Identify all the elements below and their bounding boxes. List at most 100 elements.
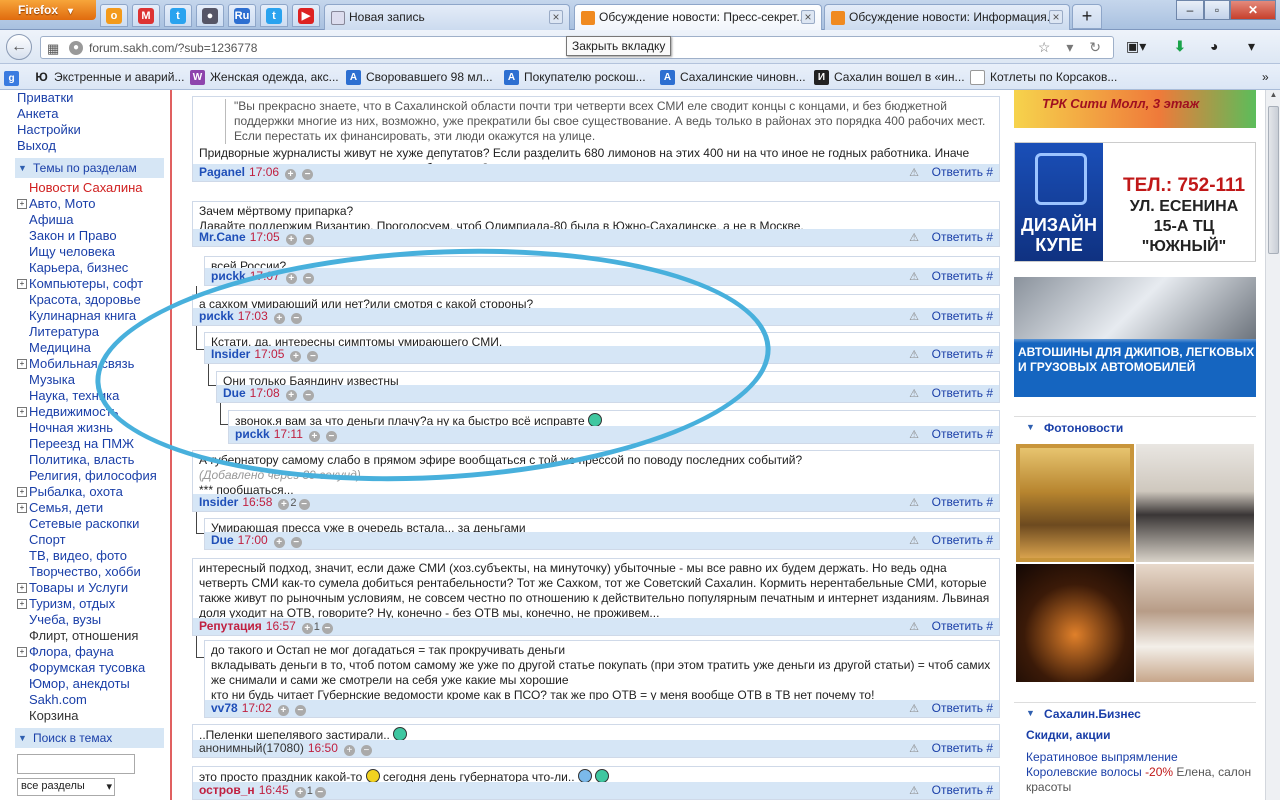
sidebar-link-settings[interactable]: Настройки <box>17 122 170 138</box>
bookmark-item[interactable]: A Своровавшего 98 мл... <box>346 70 493 85</box>
plus-vote-icon[interactable]: + <box>285 273 297 284</box>
reply-link[interactable]: Ответить # <box>932 533 993 547</box>
sidebar-category[interactable]: Недвижимость <box>17 404 170 420</box>
post-author[interactable]: Due 17:00 + − <box>211 533 302 548</box>
sidebar-category[interactable]: Семья, дети <box>17 500 170 516</box>
warning-icon[interactable]: ⚠ <box>909 310 919 323</box>
google-bookmark[interactable]: g <box>4 70 19 86</box>
close-window-button[interactable]: ✕ <box>1230 0 1276 20</box>
menu-icon[interactable]: ▾ <box>1248 38 1255 55</box>
sidebar-category[interactable]: Юмор, анекдоты <box>17 676 170 692</box>
author-name[interactable]: Репутация <box>199 619 262 633</box>
bookmark-star-icon[interactable]: ☆ ▾ ↻ <box>1038 39 1107 56</box>
plus-vote-icon[interactable]: + <box>301 623 313 634</box>
sidebar-category[interactable]: ТВ, видео, фото <box>17 548 170 564</box>
minus-vote-icon[interactable]: − <box>290 313 302 324</box>
page-scrollbar[interactable]: ▲ <box>1265 90 1280 800</box>
back-button[interactable]: ← <box>6 34 32 60</box>
photo-painting[interactable] <box>1016 444 1134 562</box>
sidebar-category[interactable]: Рыбалка, охота <box>17 484 170 500</box>
anchor-link[interactable]: # <box>986 783 993 797</box>
tab-discussion-press[interactable]: Обсуждение новости: Пресс-секрет... × <box>574 4 822 31</box>
ad-banner-design-kupe[interactable]: ДИЗАЙН КУПЕ ТЕЛ.: 752-111 УЛ. ЕСЕНИНА 15… <box>1014 142 1256 262</box>
photonews-header[interactable]: Фотоновости <box>1014 416 1256 438</box>
minus-vote-icon[interactable]: − <box>360 745 372 756</box>
minus-vote-icon[interactable]: − <box>302 234 314 245</box>
reply-label[interactable]: Ответить <box>932 309 983 323</box>
close-icon[interactable]: × <box>1049 10 1063 24</box>
sidebar-category[interactable]: Музыка <box>17 372 170 388</box>
minus-vote-icon[interactable]: − <box>298 499 310 510</box>
firefox-menu-button[interactable]: Firefox <box>0 0 96 20</box>
close-icon[interactable]: × <box>549 10 563 24</box>
warning-icon[interactable]: ⚠ <box>909 166 919 179</box>
warning-icon[interactable]: ⚠ <box>909 387 919 400</box>
anchor-link[interactable]: # <box>986 309 993 323</box>
post-author[interactable]: Mr.Cane 17:05 + − <box>199 230 314 245</box>
minus-vote-icon[interactable]: − <box>290 537 302 548</box>
plus-vote-icon[interactable]: + <box>290 351 302 362</box>
author-name[interactable]: Insider <box>199 495 238 509</box>
pinned-tab-youtube[interactable]: ▶ <box>292 4 320 27</box>
sidebar-category[interactable]: Новости Сахалина <box>17 180 170 196</box>
sidebar-link-private[interactable]: Приватки <box>17 90 170 106</box>
post-author[interactable]: Insider 16:58 +2− <box>199 495 310 510</box>
warning-icon[interactable]: ⚠ <box>909 496 919 509</box>
sidebar-category[interactable]: Мобильная связь <box>17 356 170 372</box>
bookmark-item[interactable]: Котлеты по Корсаков... <box>970 70 1117 85</box>
warning-icon[interactable]: ⚠ <box>909 428 919 441</box>
sidebar-category[interactable]: Медицина <box>17 340 170 356</box>
bookmark-item[interactable]: И Сахалин вошел в «ин... <box>814 70 965 85</box>
post-author[interactable]: Paganel 17:06 + − <box>199 165 314 180</box>
minus-vote-icon[interactable]: − <box>321 623 333 634</box>
post-author[interactable]: остров_н 16:45 +1− <box>199 783 326 798</box>
pinned-tab-twitter2[interactable]: t <box>260 4 288 27</box>
reply-link[interactable]: Ответить # <box>932 783 993 797</box>
search-section-header[interactable]: Поиск в темах <box>15 728 164 748</box>
plus-vote-icon[interactable]: + <box>294 787 306 798</box>
topics-section-header[interactable]: Темы по разделам <box>15 158 164 178</box>
globe-icon[interactable]: ● <box>69 41 83 55</box>
post-author[interactable]: Репутация 16:57 +1− <box>199 619 333 634</box>
sidebar-category[interactable]: Красота, здоровье <box>17 292 170 308</box>
bookmarks-menu-icon[interactable]: ▣▾ <box>1126 38 1146 55</box>
tab-new-post[interactable]: Новая запись × <box>324 4 570 30</box>
sidebar-category[interactable]: Авто, Мото <box>17 196 170 212</box>
business-header[interactable]: Сахалин.Бизнес <box>1014 702 1256 724</box>
reply-link[interactable]: Ответить # <box>932 230 993 244</box>
post-author[interactable]: Due 17:08 + − <box>223 386 314 401</box>
minus-vote-icon[interactable]: − <box>302 273 314 284</box>
author-name[interactable]: vv78 <box>211 701 238 715</box>
reply-label[interactable]: Ответить <box>932 619 983 633</box>
biz-item-text[interactable]: Королевские волосы <box>1026 765 1142 779</box>
reply-label[interactable]: Ответить <box>932 165 983 179</box>
sidebar-category[interactable]: Творчество, хобби <box>17 564 170 580</box>
post-author[interactable]: анонимный(17080) 16:50 + − <box>199 741 372 756</box>
plus-vote-icon[interactable]: + <box>285 390 297 401</box>
plus-vote-icon[interactable]: + <box>285 169 297 180</box>
photo-fire[interactable] <box>1016 564 1134 682</box>
anchor-link[interactable]: # <box>986 165 993 179</box>
plus-vote-icon[interactable]: + <box>343 745 355 756</box>
sidebar-category[interactable]: Sakh.com <box>17 692 170 708</box>
warning-icon[interactable]: ⚠ <box>909 742 919 755</box>
download-icon[interactable]: ⬇ <box>1174 38 1186 55</box>
sidebar-link-logout[interactable]: Выход <box>17 138 170 154</box>
pinned-tab-twitter[interactable]: t <box>164 4 192 27</box>
sidebar-category[interactable]: Наука, техника <box>17 388 170 404</box>
bookmark-item[interactable]: A Покупателю роскош... <box>504 70 646 85</box>
reply-label[interactable]: Ответить <box>932 230 983 244</box>
author-name[interactable]: Paganel <box>199 165 245 179</box>
post-author[interactable]: рисkk 17:07 + − <box>211 269 314 284</box>
reply-label[interactable]: Ответить <box>932 427 983 441</box>
minus-vote-icon[interactable]: − <box>302 390 314 401</box>
reply-link[interactable]: Ответить # <box>932 619 993 633</box>
minus-vote-icon[interactable]: − <box>314 787 326 798</box>
pinned-tab-gmail[interactable]: M <box>132 4 160 27</box>
biz-item-title[interactable]: Кератиновое выпрямление <box>1026 750 1178 765</box>
plus-vote-icon[interactable]: + <box>277 705 289 716</box>
bookmark-item[interactable]: A Сахалинские чиновн... <box>660 70 806 85</box>
plus-vote-icon[interactable]: + <box>278 499 290 510</box>
reply-label[interactable]: Ответить <box>932 347 983 361</box>
warning-icon[interactable]: ⚠ <box>909 231 919 244</box>
